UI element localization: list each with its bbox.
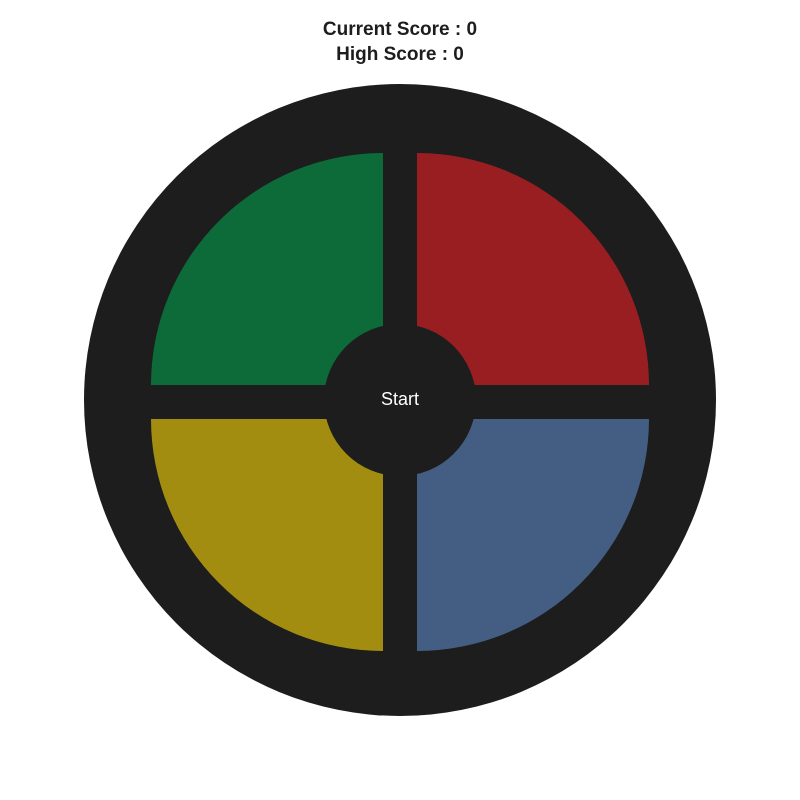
high-score: High Score : 0 (336, 44, 464, 65)
start-button[interactable]: Start (360, 384, 440, 414)
scoreboard: Current Score : 0 High Score : 0 (0, 17, 800, 67)
simon-board: Start (84, 84, 716, 716)
current-score: Current Score : 0 (322, 19, 478, 40)
